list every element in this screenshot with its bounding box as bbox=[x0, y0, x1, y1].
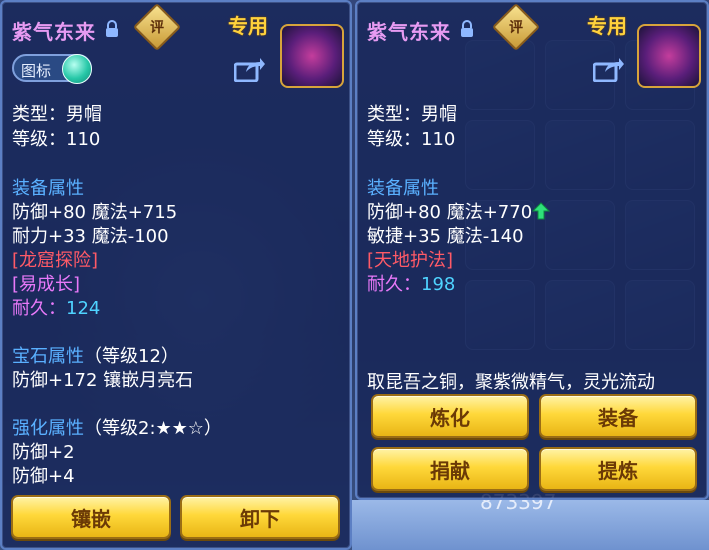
share-icon[interactable] bbox=[234, 56, 266, 82]
share-icon[interactable] bbox=[593, 56, 625, 82]
evaluate-button[interactable]: 评 bbox=[491, 2, 541, 52]
extract-button[interactable]: 提炼 bbox=[539, 447, 697, 491]
item-type: 类型：男帽 bbox=[367, 104, 457, 125]
special-use-tag: 专用 bbox=[228, 14, 268, 38]
durability-value: 198 bbox=[421, 274, 456, 295]
compare-item-tooltip: 紫气东来 评 专用 类型：男帽 等级：110 装备属性 防御+80 魔法+770… bbox=[355, 0, 709, 500]
helmet-item-icon bbox=[637, 24, 701, 88]
item-title: 紫气东来 bbox=[367, 20, 451, 44]
special-skill: [易成长] bbox=[12, 274, 81, 295]
item-level: 等级：110 bbox=[367, 129, 456, 150]
unequip-button[interactable]: 卸下 bbox=[180, 495, 340, 539]
up-arrow-icon bbox=[532, 202, 551, 220]
toggle-label: 图标 bbox=[21, 62, 52, 80]
enhance-level: （等级2:★★☆） bbox=[84, 418, 222, 439]
special-effect: [龙窟探险] bbox=[12, 250, 99, 271]
attribute-line: 敏捷+35 魔法-140 bbox=[367, 226, 524, 247]
item-description: 取昆吾之铜，聚紫微精气，灵光流动 bbox=[367, 372, 655, 393]
durability-line: 耐久：198 bbox=[367, 270, 455, 296]
toggle-knob bbox=[62, 54, 92, 84]
equip-attributes-heading: 装备属性 bbox=[367, 178, 439, 199]
icon-toggle[interactable]: 图标 bbox=[12, 54, 92, 84]
durability-value: 124 bbox=[66, 298, 101, 319]
special-use-tag: 专用 bbox=[587, 14, 627, 38]
attribute-line: 防御+80 魔法+715 bbox=[12, 202, 178, 223]
enhance-line: 防御+4 bbox=[12, 466, 75, 487]
gem-line: 防御+172 镶嵌月亮石 bbox=[12, 370, 194, 391]
inlay-button[interactable]: 镶嵌 bbox=[11, 495, 171, 539]
durability-line: 耐久：124 bbox=[12, 294, 100, 320]
item-title: 紫气东来 bbox=[12, 20, 96, 44]
gem-attributes-heading: 宝石属性（等级12） bbox=[12, 346, 179, 367]
lock-icon bbox=[106, 20, 118, 37]
item-type: 类型：男帽 bbox=[12, 104, 102, 125]
lock-icon bbox=[461, 20, 473, 37]
helmet-item-icon bbox=[280, 24, 344, 88]
evaluate-button[interactable]: 评 bbox=[132, 2, 182, 52]
attribute-line: 防御+80 魔法+770 bbox=[367, 198, 551, 224]
special-effect: [天地护法] bbox=[367, 250, 454, 271]
durability-label: 耐久： bbox=[12, 298, 66, 319]
item-level: 等级：110 bbox=[12, 129, 101, 150]
equipped-item-tooltip: 紫气东来 评 专用 图标 类型：男帽 等级：110 装备属性 防御+80 魔法+… bbox=[0, 0, 352, 550]
equip-button[interactable]: 装备 bbox=[539, 394, 697, 438]
gem-level: （等级12） bbox=[84, 346, 179, 367]
enhance-attributes-heading: 强化属性（等级2:★★☆） bbox=[12, 418, 222, 439]
enhance-line: 防御+2 bbox=[12, 442, 75, 463]
durability-label: 耐久： bbox=[367, 274, 421, 295]
donate-button[interactable]: 捐献 bbox=[371, 447, 529, 491]
refine-button[interactable]: 炼化 bbox=[371, 394, 529, 438]
equip-attributes-heading: 装备属性 bbox=[12, 178, 84, 199]
attribute-line: 耐力+33 魔法-100 bbox=[12, 226, 169, 247]
